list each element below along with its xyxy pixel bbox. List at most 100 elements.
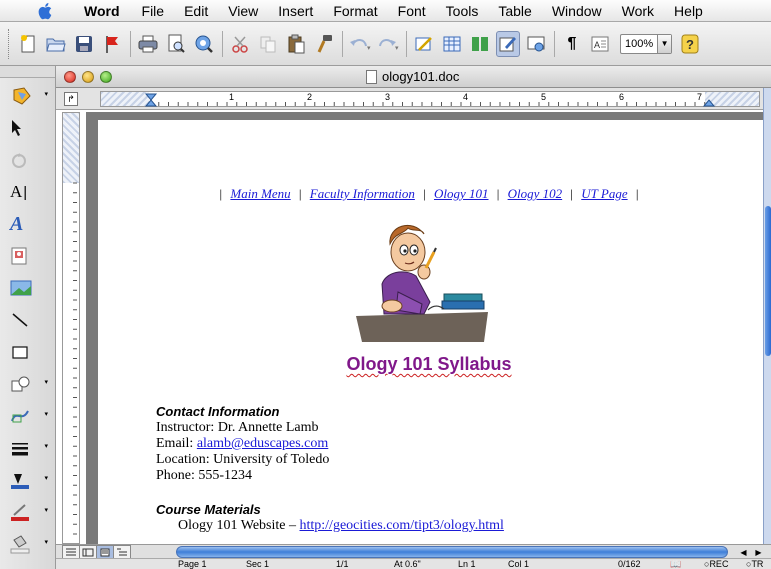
- email-link[interactable]: alamb@eduscapes.com: [197, 436, 328, 451]
- standard-toolbar: ▾ ▾ ¶ A 100% ▼ ?: [0, 22, 771, 66]
- window-title: ology101.doc: [366, 69, 459, 84]
- insert-table-icon[interactable]: [440, 31, 464, 57]
- autoshapes-icon[interactable]: ▾: [6, 82, 50, 110]
- status-rec-label: REC: [709, 559, 729, 569]
- scroll-right-icon[interactable]: ▶: [755, 548, 761, 557]
- heading-text: Ology 101 Syllabus: [346, 354, 512, 374]
- drawing-icon[interactable]: [496, 30, 520, 57]
- text-box-icon[interactable]: A: [588, 31, 612, 57]
- vertical-ruler-ticks: [73, 182, 77, 535]
- format-painter-icon[interactable]: [312, 31, 336, 57]
- vertical-scrollbar[interactable]: [763, 88, 771, 544]
- line-color-icon[interactable]: ▾: [6, 498, 50, 526]
- line-shapes-icon[interactable]: ▾: [6, 402, 50, 430]
- menu-edit[interactable]: Edit: [184, 3, 208, 19]
- menu-window[interactable]: Window: [552, 3, 602, 19]
- online-layout-icon[interactable]: [79, 545, 97, 559]
- nav-link-ut-page[interactable]: UT Page: [581, 186, 627, 201]
- save-icon[interactable]: [72, 31, 96, 57]
- print-icon[interactable]: [136, 31, 160, 57]
- insert-picture-icon[interactable]: [6, 242, 50, 270]
- menu-work[interactable]: Work: [622, 3, 654, 19]
- new-document-icon[interactable]: [16, 31, 40, 57]
- menu-file[interactable]: File: [142, 3, 165, 19]
- copy-icon[interactable]: [256, 31, 280, 57]
- status-rec[interactable]: ○REC: [704, 559, 728, 569]
- nav-link-faculty-information[interactable]: Faculty Information: [310, 186, 415, 201]
- menu-format[interactable]: Format: [333, 3, 377, 19]
- status-word-count: 0/162: [618, 559, 641, 569]
- zoom-select[interactable]: 100% ▼: [620, 33, 673, 54]
- window-title-text: ology101.doc: [382, 69, 460, 84]
- nav-link-ology-101[interactable]: Ology 101: [434, 186, 489, 201]
- help-icon[interactable]: ?: [678, 31, 702, 57]
- spelling-status-icon[interactable]: 📖: [670, 559, 681, 569]
- fill-color-icon[interactable]: ▾: [6, 466, 50, 494]
- free-rotate-icon[interactable]: [6, 146, 50, 174]
- email-label: Email:: [156, 436, 197, 451]
- web-view-icon[interactable]: [524, 31, 548, 57]
- tables-borders-icon[interactable]: [412, 31, 436, 57]
- insert-image-icon[interactable]: [6, 274, 50, 302]
- text-box-tool-icon[interactable]: A |: [6, 178, 50, 206]
- status-page-count: 1/1: [336, 559, 349, 569]
- website-link[interactable]: http://geocities.com/tipt3/ology.html: [300, 518, 504, 533]
- toolbar-grip[interactable]: [8, 28, 12, 59]
- zoom-value: 100%: [625, 37, 654, 50]
- open-folder-icon[interactable]: [44, 31, 68, 57]
- redo-icon[interactable]: ▾: [376, 31, 400, 57]
- contact-section-title: Contact Information: [156, 404, 280, 419]
- page-layout-icon[interactable]: [96, 545, 114, 559]
- minimize-window-icon[interactable]: [82, 70, 94, 83]
- menu-help[interactable]: Help: [674, 3, 703, 19]
- vertical-scroll-thumb[interactable]: [765, 206, 771, 356]
- line-tool-icon[interactable]: [6, 306, 50, 334]
- menu-view[interactable]: View: [228, 3, 258, 19]
- zoom-window-icon[interactable]: [100, 70, 112, 83]
- horizontal-scrollbar[interactable]: [176, 546, 728, 558]
- horizontal-ruler[interactable]: 1 2 3 4 5 6 7: [100, 91, 760, 107]
- flag-icon[interactable]: [100, 31, 124, 57]
- line-style-icon[interactable]: ▾: [6, 434, 50, 462]
- student-thinking-clipart[interactable]: [352, 214, 492, 344]
- paint-bucket-icon[interactable]: ▾: [6, 530, 50, 558]
- search-web-icon[interactable]: [192, 31, 216, 57]
- outline-view-icon[interactable]: [113, 545, 131, 559]
- columns-icon[interactable]: [468, 31, 492, 57]
- paragraph-mark-icon[interactable]: ¶: [560, 31, 584, 57]
- document-canvas[interactable]: | Main Menu | Faculty Information | Olog…: [86, 112, 763, 544]
- menu-tools[interactable]: Tools: [446, 3, 479, 19]
- nav-separator: |: [423, 186, 426, 201]
- undo-icon[interactable]: ▾: [348, 31, 372, 57]
- apple-menu-icon[interactable]: [36, 2, 56, 19]
- palette-titlebar[interactable]: [0, 66, 55, 78]
- tab-stop-selector[interactable]: ↱: [64, 92, 78, 106]
- paste-icon[interactable]: [284, 31, 308, 57]
- status-section: Sec 1: [246, 559, 270, 569]
- select-arrow-icon[interactable]: [6, 114, 50, 142]
- rectangle-tool-icon[interactable]: [6, 338, 50, 366]
- nav-link-ology-102[interactable]: Ology 102: [508, 186, 563, 201]
- nav-link-main-menu[interactable]: Main Menu: [230, 186, 290, 201]
- document-window-titlebar[interactable]: ology101.doc: [56, 66, 771, 88]
- status-at: At 0.6": [394, 559, 421, 569]
- print-preview-icon[interactable]: [164, 31, 188, 57]
- vertical-ruler[interactable]: [62, 112, 80, 544]
- normal-view-icon[interactable]: [62, 545, 80, 559]
- menu-insert[interactable]: Insert: [278, 3, 313, 19]
- ruler-number-5: 5: [541, 92, 547, 102]
- menu-table[interactable]: Table: [498, 3, 531, 19]
- menu-font[interactable]: Font: [398, 3, 426, 19]
- document-page[interactable]: | Main Menu | Faculty Information | Olog…: [98, 120, 763, 544]
- fill-shapes-icon[interactable]: ▾: [6, 370, 50, 398]
- menu-app-name[interactable]: Word: [84, 3, 120, 19]
- status-track[interactable]: ○TR: [746, 559, 763, 569]
- ruler-number-2: 2: [307, 92, 313, 102]
- wordart-icon[interactable]: A: [6, 210, 50, 238]
- ruler-number-7: 7: [697, 92, 703, 102]
- cut-icon[interactable]: [228, 31, 252, 57]
- scroll-left-icon[interactable]: ◀: [740, 548, 746, 557]
- svg-text:?: ?: [686, 37, 694, 52]
- chevron-down-icon[interactable]: ▼: [657, 34, 672, 53]
- close-window-icon[interactable]: [64, 70, 76, 83]
